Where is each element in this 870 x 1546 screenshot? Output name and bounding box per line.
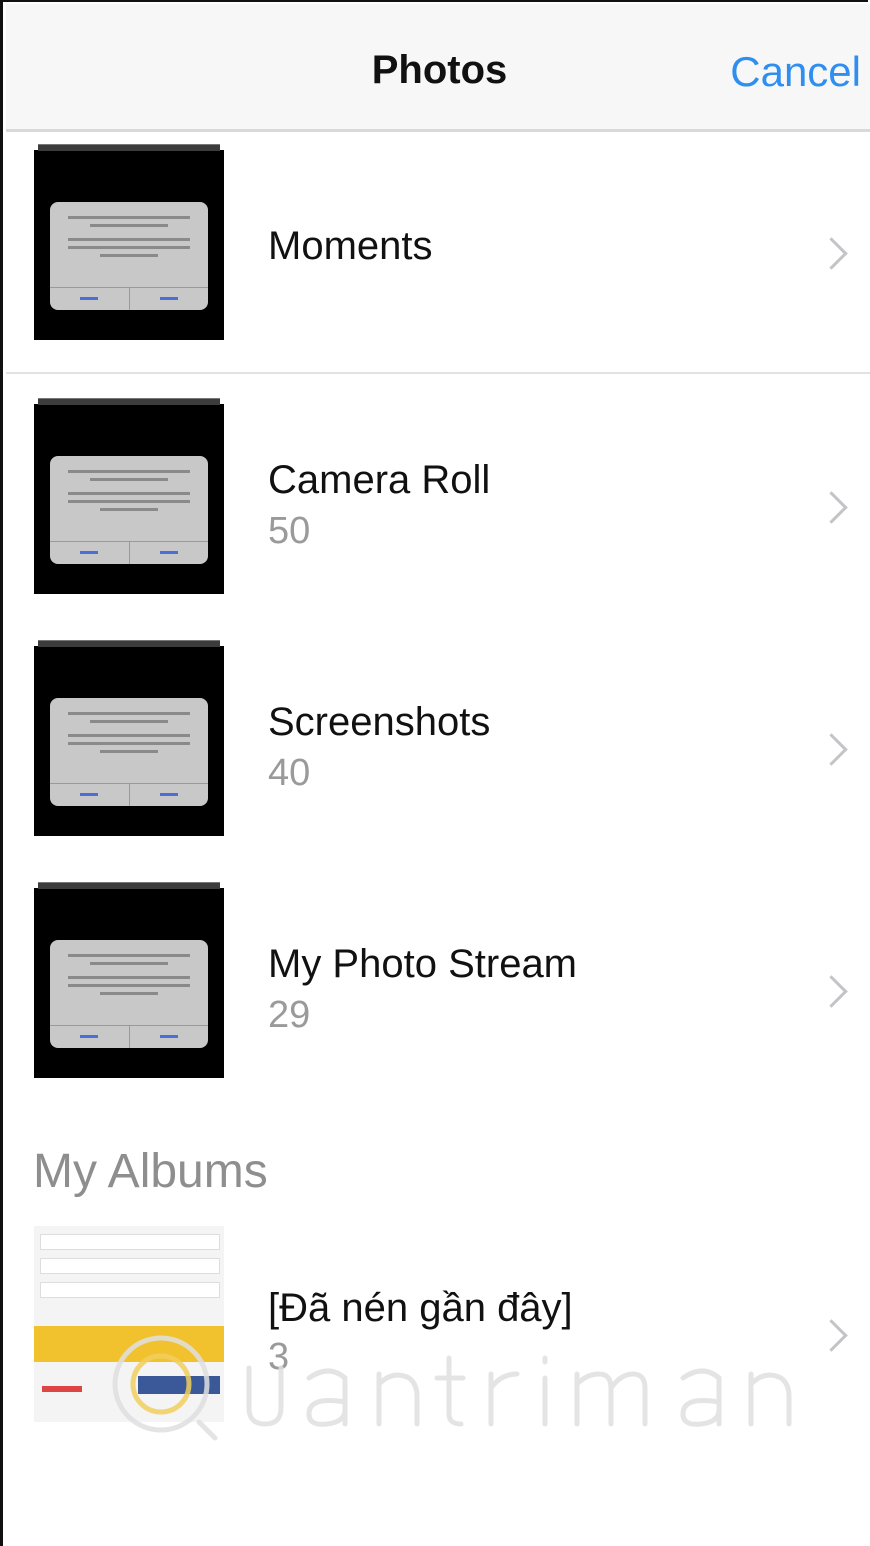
thumbnail-dialog-image — [50, 698, 208, 806]
album-row-screenshots[interactable]: Screenshots 40 — [6, 626, 870, 858]
photos-picker-screen: Photos Cancel Moments Camera Roll 50 Scr… — [0, 0, 870, 1546]
chevron-right-icon — [815, 237, 848, 270]
cancel-button[interactable]: Cancel — [730, 48, 861, 96]
thumbnail-dialog-image — [50, 456, 208, 564]
album-thumbnail — [34, 640, 224, 836]
album-title: Moments — [268, 224, 433, 268]
thumbnail-dialog-image — [50, 940, 208, 1048]
chevron-right-icon — [815, 1319, 848, 1352]
chevron-right-icon — [815, 975, 848, 1008]
album-row-camera-roll[interactable]: Camera Roll 50 — [6, 384, 870, 616]
section-header-my-albums: My Albums — [33, 1145, 268, 1198]
album-thumbnail — [34, 144, 224, 340]
chevron-right-icon — [815, 491, 848, 524]
album-row-recently-compressed[interactable]: [Đã nén gần đây] 3 — [6, 1220, 870, 1436]
album-thumbnail — [34, 398, 224, 594]
thumbnail-dialog-image — [50, 202, 208, 310]
album-count: 50 — [268, 510, 311, 552]
navigation-bar: Photos Cancel — [6, 4, 870, 132]
album-title: Screenshots — [268, 700, 491, 744]
album-thumbnail — [34, 1226, 224, 1422]
album-title: My Photo Stream — [268, 942, 578, 986]
album-title: Camera Roll — [268, 458, 491, 502]
album-thumbnail — [34, 882, 224, 1078]
album-title: [Đã nén gần đây] — [268, 1286, 573, 1330]
album-row-my-photo-stream[interactable]: My Photo Stream 29 — [6, 868, 870, 1100]
album-count: 40 — [268, 752, 311, 794]
album-count: 3 — [268, 1336, 290, 1378]
chevron-right-icon — [815, 733, 848, 766]
divider — [6, 372, 870, 374]
album-count: 29 — [268, 994, 311, 1036]
album-row-moments[interactable]: Moments — [6, 134, 870, 372]
